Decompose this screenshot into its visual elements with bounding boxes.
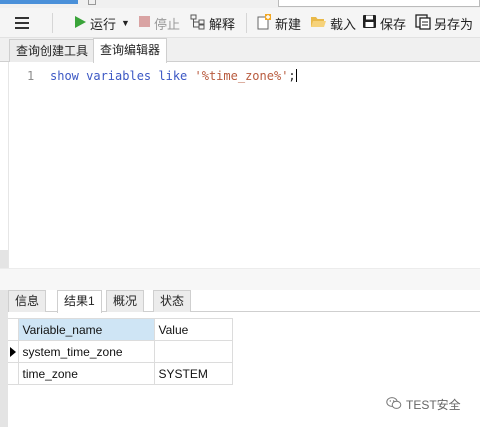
window-top-strip: [0, 0, 480, 8]
tab-query-builder[interactable]: 查询创建工具: [9, 39, 96, 62]
chevron-down-icon[interactable]: ▼: [121, 18, 130, 28]
tab-result-1[interactable]: 结果1: [57, 290, 102, 313]
sql-editor[interactable]: 1 show variables like '%time_zone%';: [8, 62, 480, 268]
tab-info[interactable]: 信息: [8, 290, 47, 312]
query-mode-tabs: 查询创建工具 查询编辑器: [0, 38, 480, 63]
stop-button[interactable]: 停止: [138, 8, 180, 38]
table-row[interactable]: time_zone SYSTEM: [8, 362, 233, 385]
sql-string-literal: '%time_zone%': [194, 69, 289, 83]
current-row-marker-icon: [10, 347, 16, 357]
text-caret: [295, 69, 297, 82]
explain-label: 解释: [209, 16, 236, 32]
pane-splitter[interactable]: [0, 268, 480, 290]
tab-status[interactable]: 状态: [153, 290, 192, 312]
query-toolbar: 运行 ▼ 停止 解释 新建 载入 保存 另存为: [0, 8, 480, 38]
save-icon: [362, 14, 377, 32]
minimize-icon[interactable]: [88, 0, 96, 5]
column-header-value[interactable]: Value: [153, 318, 233, 341]
table-row[interactable]: system_time_zone: [8, 340, 233, 363]
row-indicator-cell: [8, 340, 19, 363]
new-label: 新建: [275, 16, 302, 32]
explain-icon: [190, 14, 206, 33]
save-button[interactable]: 保存: [362, 8, 406, 38]
new-query-button[interactable]: 新建: [256, 8, 301, 38]
grid-cell[interactable]: time_zone: [17, 362, 155, 385]
tab-profile[interactable]: 概况: [106, 290, 145, 312]
grid-cell[interactable]: system_time_zone: [17, 340, 155, 363]
load-label: 载入: [330, 16, 357, 32]
save-label: 保存: [380, 16, 407, 32]
save-as-icon: [415, 13, 431, 33]
column-header-variable-name[interactable]: Variable_name: [17, 318, 155, 341]
sql-code-line[interactable]: show variables like '%time_zone%';: [50, 69, 297, 83]
toolbar-separator: [246, 13, 247, 33]
row-indicator-cell: [8, 362, 19, 385]
run-label: 运行: [90, 16, 117, 32]
search-box-edge[interactable]: [278, 0, 480, 7]
explain-button[interactable]: 解释: [190, 8, 235, 38]
watermark: TEST安全: [386, 396, 461, 413]
wechat-logo-icon: [386, 396, 402, 413]
result-tabs: 信息 结果1 概况 状态: [8, 290, 480, 313]
toolbar-separator: [52, 13, 53, 33]
grid-cell[interactable]: [153, 340, 233, 363]
tab-query-editor[interactable]: 查询编辑器: [93, 38, 168, 63]
hamburger-menu-button[interactable]: [13, 13, 33, 33]
stop-label: 停止: [154, 16, 181, 32]
load-button[interactable]: 载入: [310, 8, 356, 38]
watermark-text: TEST安全: [406, 398, 461, 412]
grid-cell[interactable]: SYSTEM: [153, 362, 233, 385]
stop-icon: [138, 15, 151, 31]
save-as-button[interactable]: 另存为: [415, 8, 473, 38]
active-window-tab-indicator: [0, 0, 78, 4]
grid-header-row: Variable_name Value: [8, 318, 233, 341]
result-grid: Variable_name Value system_time_zone tim…: [8, 318, 233, 385]
row-indicator-cell: [8, 318, 19, 341]
sql-keywords: show variables like: [50, 69, 195, 83]
run-button[interactable]: 运行 ▼: [73, 8, 130, 38]
folder-open-icon: [310, 15, 327, 32]
save-as-label: 另存为: [434, 16, 474, 32]
line-number: 1: [27, 69, 35, 83]
play-icon: [73, 15, 87, 32]
sql-semicolon: ;: [288, 69, 296, 83]
new-query-icon: [256, 13, 272, 33]
